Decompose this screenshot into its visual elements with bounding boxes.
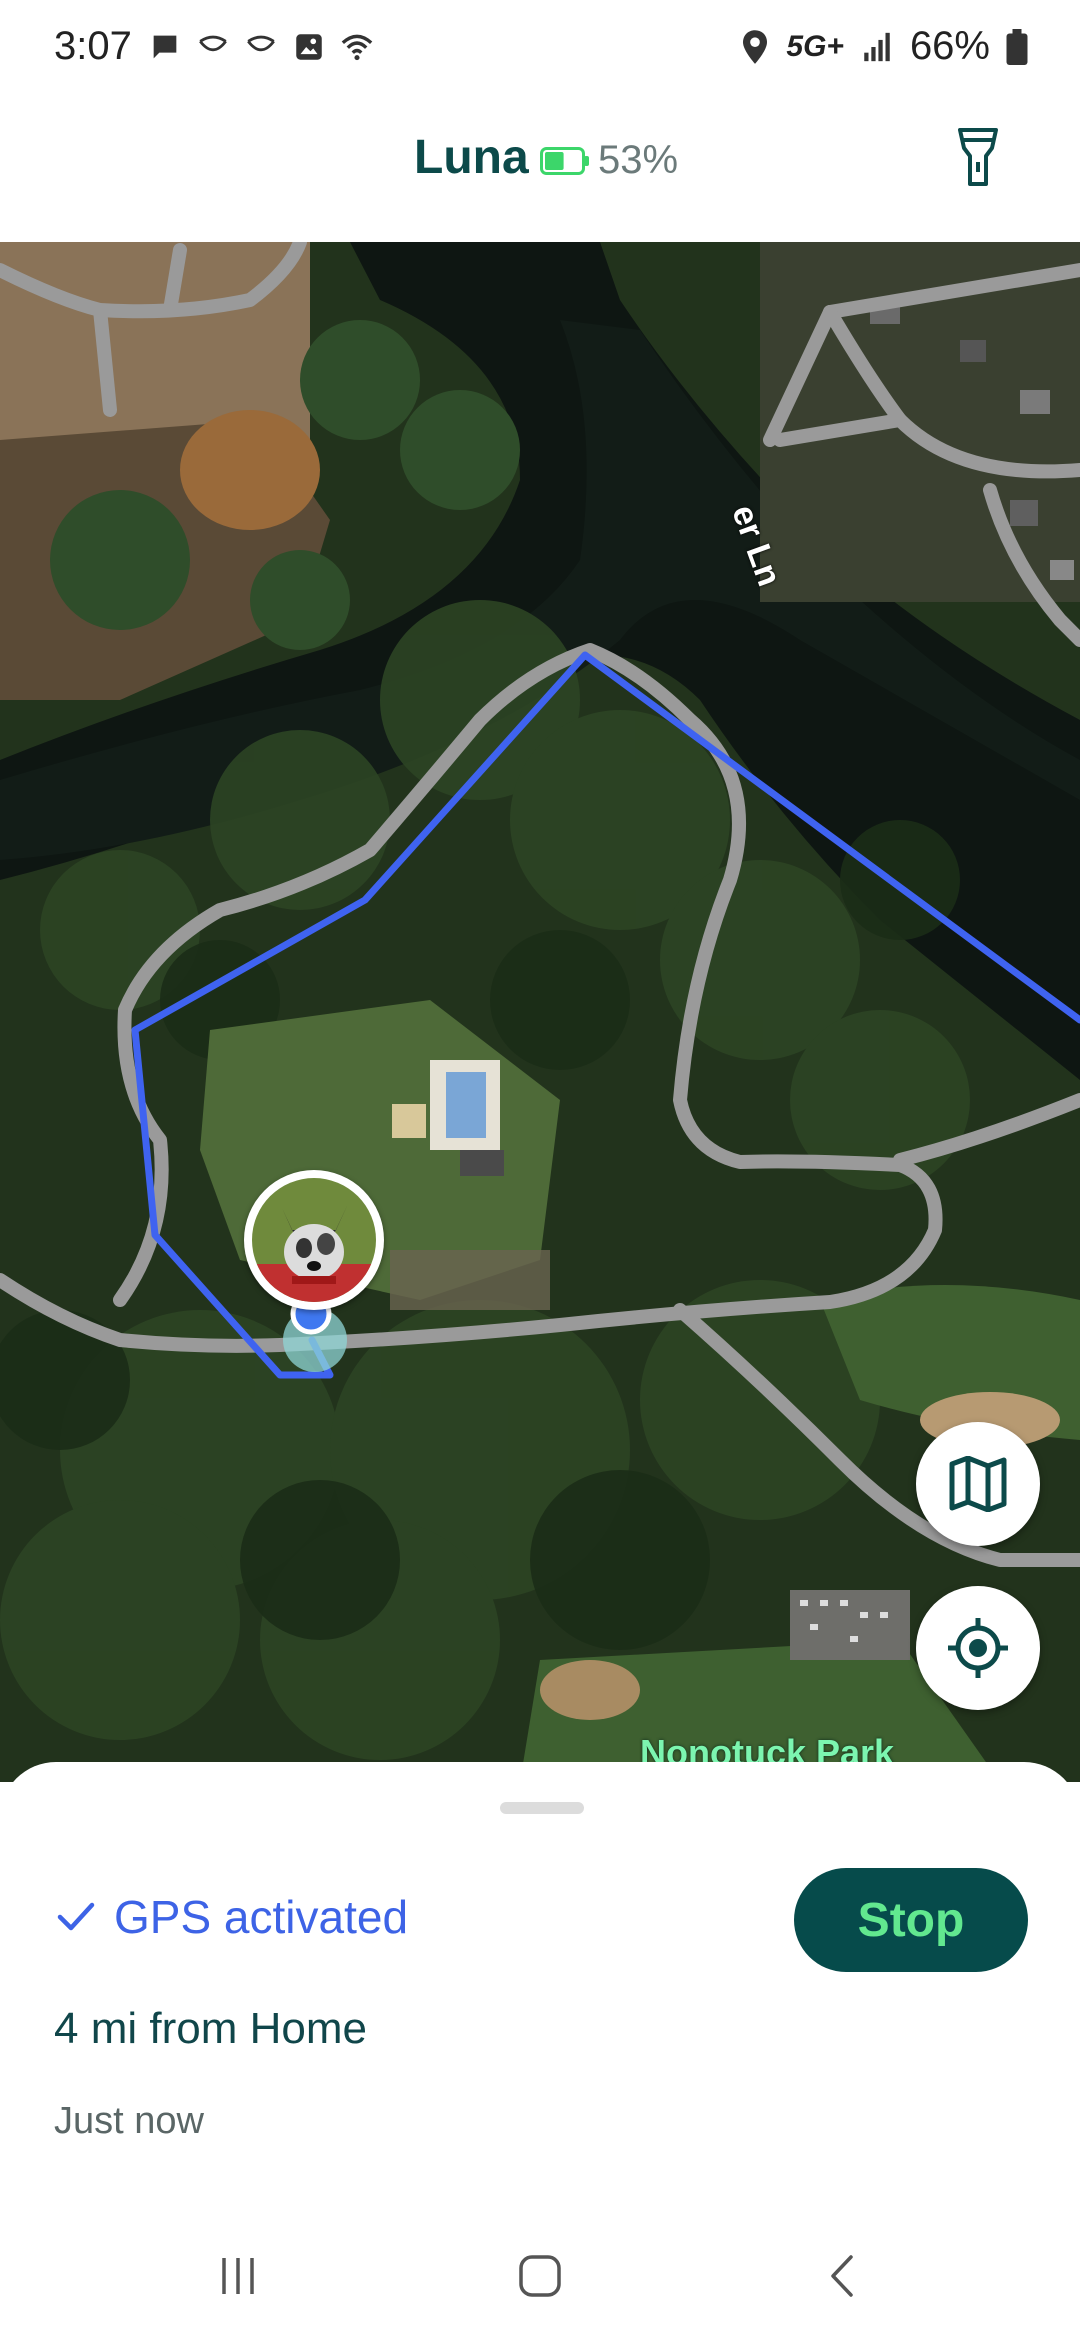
- satellite-map: [0, 242, 1080, 1782]
- map-type-button[interactable]: [916, 1422, 1040, 1546]
- wifi-icon: [341, 34, 373, 61]
- map-icon: [949, 1456, 1007, 1512]
- tracker-battery-icon: [540, 146, 589, 175]
- voicemail-icon: [199, 35, 227, 52]
- tracker-battery: 53%: [540, 138, 678, 183]
- notification-icons: [148, 30, 374, 64]
- voicemail-icon: [247, 35, 275, 52]
- home-button[interactable]: [510, 2246, 570, 2306]
- pet-location-marker[interactable]: [244, 1170, 384, 1310]
- location-icon: [743, 29, 768, 64]
- home-icon: [519, 2255, 561, 2297]
- phone-battery-text: 66%: [909, 24, 990, 68]
- pet-avatar: [252, 1178, 376, 1302]
- recents-icon: [222, 2258, 254, 2294]
- status-right: 5G+ 66%: [740, 24, 1028, 69]
- gps-status-text: GPS activated: [114, 1891, 409, 1943]
- signal-icon: [864, 32, 890, 61]
- pet-name-title[interactable]: Luna: [414, 130, 529, 185]
- battery-icon: [1006, 28, 1028, 65]
- status-time: 3:07: [54, 24, 132, 68]
- tracker-battery-percent: 53%: [598, 138, 679, 182]
- network-type: 5G+: [786, 29, 844, 63]
- recent-apps-button[interactable]: [208, 2246, 268, 2306]
- chat-icon: [153, 35, 177, 59]
- back-icon: [831, 2255, 853, 2297]
- status-bar: 3:07 5G+ 66%: [0, 0, 1080, 100]
- back-button[interactable]: [812, 2246, 872, 2306]
- distance-from-home: 4 mi from Home: [54, 2004, 367, 2053]
- checkmark-icon: [57, 1902, 95, 1931]
- crosshair-icon: [948, 1618, 1008, 1678]
- map-view[interactable]: er Ln: [0, 242, 1080, 1782]
- sheet-drag-handle[interactable]: [500, 1802, 584, 1814]
- gps-status: GPS activated: [56, 1890, 408, 1944]
- center-location-button[interactable]: [916, 1586, 1040, 1710]
- flashlight-icon[interactable]: [956, 126, 1000, 188]
- stop-button[interactable]: Stop: [794, 1868, 1028, 1972]
- gallery-icon: [296, 34, 322, 60]
- last-updated: Just now: [54, 2100, 204, 2142]
